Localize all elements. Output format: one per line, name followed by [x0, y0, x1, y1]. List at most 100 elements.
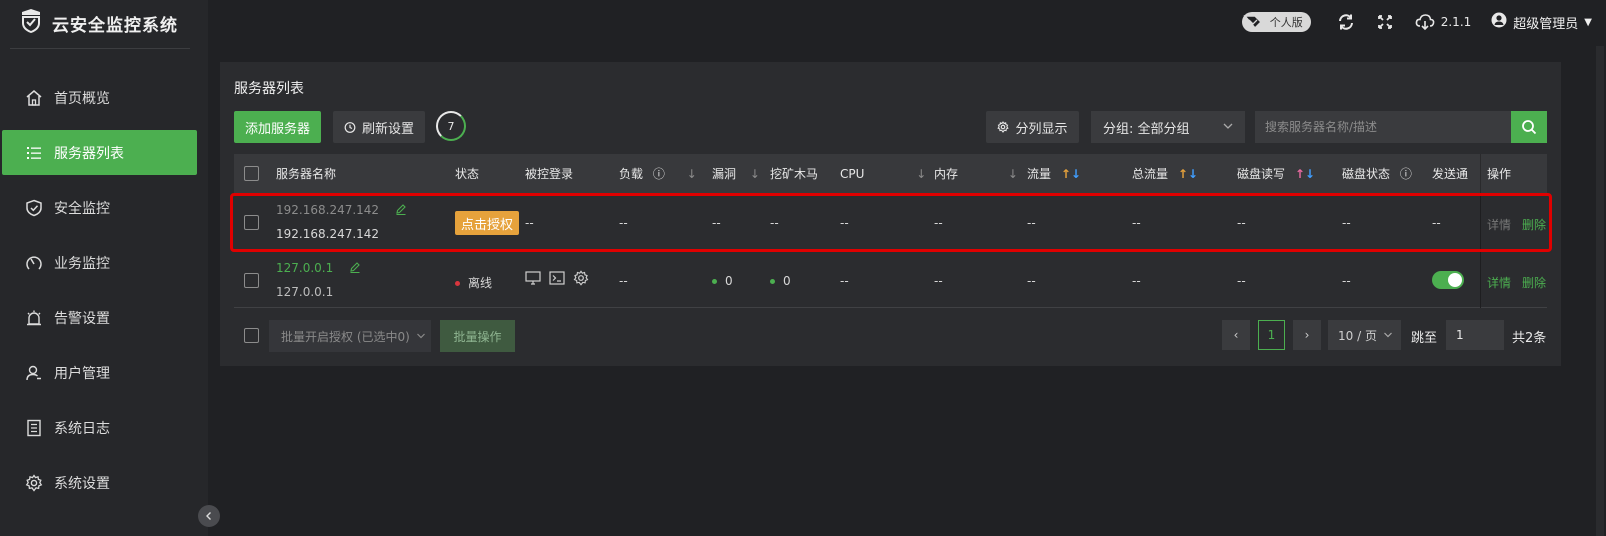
collapse-sidebar-button[interactable] [198, 505, 220, 527]
col-miner: 挖矿木马 [770, 167, 819, 181]
edit-icon[interactable] [349, 261, 361, 276]
col-send: 发送通 [1432, 167, 1469, 181]
sort-arrow-icon[interactable]: ↓ [687, 167, 697, 181]
logo-icon [20, 9, 42, 37]
divider [10, 48, 190, 49]
sort-updown-icon[interactable]: ↑↓ [1061, 167, 1081, 181]
col-disk-state-label: 磁盘状态 [1342, 167, 1391, 181]
info-icon: ⓘ [1399, 167, 1412, 181]
col-disk-io[interactable]: 磁盘读写 ↑↓ [1237, 154, 1315, 194]
col-cpu[interactable]: CPU ↓ [840, 154, 926, 194]
col-vuln[interactable]: 漏洞 ↓ [712, 154, 760, 194]
prev-page-button[interactable]: ‹ [1222, 320, 1250, 350]
col-mem[interactable]: 内存 ↓ [934, 154, 1018, 194]
col-total-traffic-label: 总流量 [1132, 167, 1169, 181]
select-all-checkbox[interactable] [244, 166, 259, 181]
page-size-select[interactable]: 10 / 页 [1328, 320, 1401, 350]
server-name[interactable]: 127.0.0.1 [276, 261, 333, 275]
col-vuln-label: 漏洞 [712, 167, 737, 181]
home-icon [24, 88, 44, 108]
info-icon: ⓘ [652, 167, 665, 181]
miner-cell: 0 [770, 274, 791, 288]
status-cell: 离线 [455, 274, 492, 291]
fullscreen-icon[interactable] [1377, 14, 1393, 30]
refresh-settings-label: 刷新设置 [361, 121, 414, 137]
col-login: 被控登录 [525, 167, 574, 181]
sidebar-item-label: 告警设置 [54, 310, 110, 327]
app-logo: 云安全监控系统 [20, 8, 178, 38]
user-name: 超级管理员 [1513, 16, 1579, 32]
refresh-settings-button[interactable]: 刷新设置 [333, 111, 425, 143]
edition-label: 个人版 [1269, 16, 1303, 29]
search-input[interactable] [1255, 111, 1511, 143]
cloud-download-icon[interactable] [1415, 13, 1435, 31]
chevron-right-icon: › [1304, 328, 1310, 342]
sidebar-item-label: 首页概览 [54, 90, 110, 107]
sidebar-item-home[interactable]: 首页概览 [2, 75, 197, 120]
detail-link[interactable]: 详情 [1487, 274, 1511, 291]
batch-action-value: 批量开启授权 (已选中0) [281, 329, 410, 344]
login-cell [525, 270, 589, 286]
jump-page-input[interactable] [1446, 320, 1504, 350]
row-checkbox[interactable] [244, 273, 259, 288]
delete-link[interactable]: 删除 [1522, 274, 1546, 291]
user-menu[interactable]: 超级管理员 ▼ [1491, 12, 1592, 32]
sort-updown-icon[interactable]: ↑↓ [1178, 167, 1198, 181]
status-label: 离线 [468, 276, 493, 290]
edition-badge: 个人版 [1241, 12, 1311, 32]
list-icon [24, 143, 44, 163]
next-page-button[interactable]: › [1293, 320, 1321, 350]
group-select[interactable]: 分组: 全部分组 [1091, 111, 1245, 143]
sidebar-item-logs[interactable]: 系统日志 [2, 405, 197, 450]
column-display-button[interactable]: 分列显示 [986, 111, 1079, 143]
table-row: 127.0.0.1 127.0.0.1 离线 -- 0 0 -- -- -- -… [234, 252, 1547, 308]
chevron-left-icon [206, 512, 211, 520]
col-mem-label: 内存 [934, 167, 959, 181]
version-label: 2.1.1 [1440, 15, 1472, 29]
scrollbar-track[interactable] [1596, 46, 1604, 536]
batch-operate-button[interactable]: 批量操作 [440, 320, 515, 352]
col-traffic[interactable]: 流量 ↑↓ [1027, 154, 1081, 194]
chevron-down-icon [1221, 119, 1235, 137]
sort-updown-icon[interactable]: ↑↓ [1295, 167, 1315, 181]
terminal-icon[interactable] [549, 271, 565, 285]
col-ops: 操作 [1480, 154, 1547, 194]
sidebar-item-business[interactable]: 业务监控 [2, 240, 197, 285]
sidebar-item-servers[interactable]: 服务器列表 [2, 130, 197, 175]
page-title: 服务器列表 [234, 81, 304, 97]
monitor-icon[interactable] [525, 271, 541, 285]
col-load[interactable]: 负载 ⓘ ↓ [619, 154, 697, 194]
page-number-current[interactable]: 1 [1258, 320, 1285, 350]
sidebar-item-label: 系统日志 [54, 420, 110, 437]
total-count: 共2条 [1512, 331, 1547, 346]
col-status: 状态 [455, 167, 480, 181]
timer-icon [344, 121, 356, 133]
diamond-icon [1242, 10, 1270, 37]
top-bar: 个人版 2.1.1 超级管理员 ▼ [208, 0, 1606, 46]
shield-icon [24, 198, 44, 218]
alarm-icon [24, 308, 44, 328]
column-display-label: 分列显示 [1015, 121, 1068, 137]
log-icon [24, 418, 44, 438]
server-description: 127.0.0.1 [276, 285, 334, 299]
user-icon [24, 363, 44, 383]
search-button[interactable] [1511, 111, 1547, 143]
col-total-traffic[interactable]: 总流量 ↑↓ [1132, 154, 1198, 194]
footer-select-all-checkbox[interactable] [244, 328, 259, 343]
sidebar-item-alarm[interactable]: 告警设置 [2, 295, 197, 340]
sort-arrow-icon[interactable]: ↓ [750, 167, 760, 181]
sidebar-item-security[interactable]: 安全监控 [2, 185, 197, 230]
chevron-down-icon [416, 331, 426, 341]
batch-action-select[interactable]: 批量开启授权 (已选中0) [269, 320, 431, 352]
sidebar-item-settings[interactable]: 系统设置 [2, 460, 197, 505]
refresh-icon[interactable] [1337, 13, 1355, 31]
sidebar-item-users[interactable]: 用户管理 [2, 350, 197, 395]
app-title: 云安全监控系统 [52, 15, 178, 36]
traffic-cell: -- [1027, 274, 1036, 288]
col-disk-state: 磁盘状态 ⓘ [1342, 154, 1412, 194]
settings-icon[interactable] [573, 270, 589, 286]
add-server-button[interactable]: 添加服务器 [234, 111, 321, 143]
send-toggle[interactable] [1432, 271, 1464, 289]
sort-arrow-icon[interactable]: ↓ [916, 167, 926, 181]
sort-arrow-icon[interactable]: ↓ [1008, 167, 1018, 181]
